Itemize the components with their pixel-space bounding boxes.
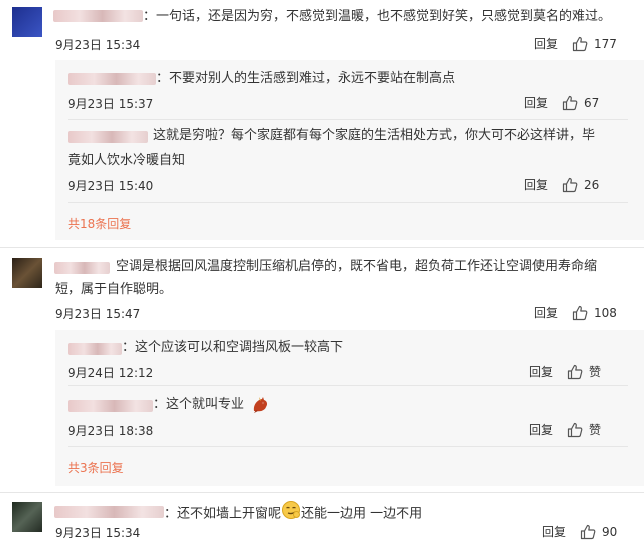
reply-text: 这就是穷啦？每个家庭都有每个家庭的生活相处方式，你大可不必这样讲，毕 [153,128,596,143]
reply-actions: 回复 26 [524,176,599,193]
reply-time: 9月23日 18:38 [68,424,154,438]
thumbs-up-icon [567,364,583,379]
like-label: 赞 [589,423,602,437]
divider [0,492,644,493]
comment-text: ：一句话，还是因为穷，不感觉到温暖，也不感觉到好笑，只感觉到莫名的难过。 [143,9,612,24]
more-replies-link[interactable]: 共18条回复 [68,215,131,232]
reply-actions: 回复 赞 [529,421,601,438]
reply-text: ：这个就叫专业 [153,397,245,412]
like-button[interactable]: 67 [562,95,599,111]
like-count: 90 [602,524,618,539]
username-blurred[interactable] [54,262,110,274]
like-count: 108 [594,305,617,320]
username-blurred[interactable] [68,73,156,85]
comment-time: 9月23日 15:34 [55,526,141,540]
reply-time: 9月23日 15:37 [68,97,154,111]
dragon-emoji-icon [250,395,270,419]
comment-actions: 回复 90 [542,523,617,540]
reply-button[interactable]: 回复 [529,363,553,380]
replies-box: ：这个应该可以和空调挡风板一较高下 9月24日 12:12 回复 赞 ：这个就叫… [55,330,644,486]
like-count: 67 [584,95,600,110]
thumbs-up-icon [572,305,588,320]
reply-text-continued: 竟如人饮水冷暖自知 [68,153,186,168]
like-button[interactable]: 90 [580,524,617,540]
comment-text-part: ：还不如墙上开窗呢 [164,506,282,522]
thumbs-up-icon [562,95,578,110]
thumbs-up-icon [562,177,578,192]
username-blurred[interactable] [54,506,164,518]
like-button[interactable]: 177 [572,36,617,52]
divider [68,119,628,120]
like-count: 177 [594,36,617,51]
reply-button[interactable]: 回复 [542,523,566,540]
like-label: 赞 [589,365,602,379]
comment-text-part: 还能一边用 一边不用 [301,506,423,522]
thumbs-up-icon [567,422,583,437]
smirk-emoji-icon [281,500,301,528]
comment-text: ：还不如墙上开窗呢 还能一边用 一边不用 [164,500,422,528]
divider [0,247,644,248]
reply-time: 9月24日 12:12 [68,366,154,380]
thumbs-up-icon [580,524,596,539]
reply-actions: 回复 赞 [529,363,601,380]
avatar[interactable] [12,7,42,37]
username-blurred[interactable] [68,400,153,412]
reply-button[interactable]: 回复 [524,94,548,111]
comment-time: 9月23日 15:47 [55,307,141,321]
reply-time: 9月23日 15:40 [68,179,154,193]
username-blurred[interactable] [68,131,148,143]
reply-text: ：不要对别人的生活感到难过，永远不要站在制高点 [156,71,456,86]
avatar[interactable] [12,258,42,288]
reply-actions: 回复 67 [524,94,599,111]
username-blurred[interactable] [53,10,143,22]
like-count: 26 [584,177,600,192]
comment-actions: 回复 108 [534,304,617,321]
reply-button[interactable]: 回复 [534,304,558,321]
more-replies-link[interactable]: 共3条回复 [68,459,124,476]
like-button[interactable]: 赞 [567,363,601,380]
comment-text-continued: 短，属于自作聪明。 [55,282,173,297]
like-button[interactable]: 26 [562,177,599,193]
divider [68,385,628,386]
comment-time: 9月23日 15:34 [55,38,141,52]
reply-button[interactable]: 回复 [534,35,558,52]
like-button[interactable]: 108 [572,305,617,321]
comment-text: 空调是根据回风温度控制压缩机启停的，既不省电，超负荷工作还让空调使用寿命缩 [116,259,598,274]
avatar[interactable] [12,502,42,532]
comment-actions: 回复 177 [534,35,617,52]
divider [68,202,628,203]
like-button[interactable]: 赞 [567,421,601,438]
reply-text: ：这个应该可以和空调挡风板一较高下 [122,340,344,355]
reply-button[interactable]: 回复 [529,421,553,438]
username-blurred[interactable] [68,343,122,355]
divider [68,446,628,447]
replies-box: ：不要对别人的生活感到难过，永远不要站在制高点 9月23日 15:37 回复 6… [55,60,644,240]
thumbs-up-icon [572,36,588,51]
reply-button[interactable]: 回复 [524,176,548,193]
